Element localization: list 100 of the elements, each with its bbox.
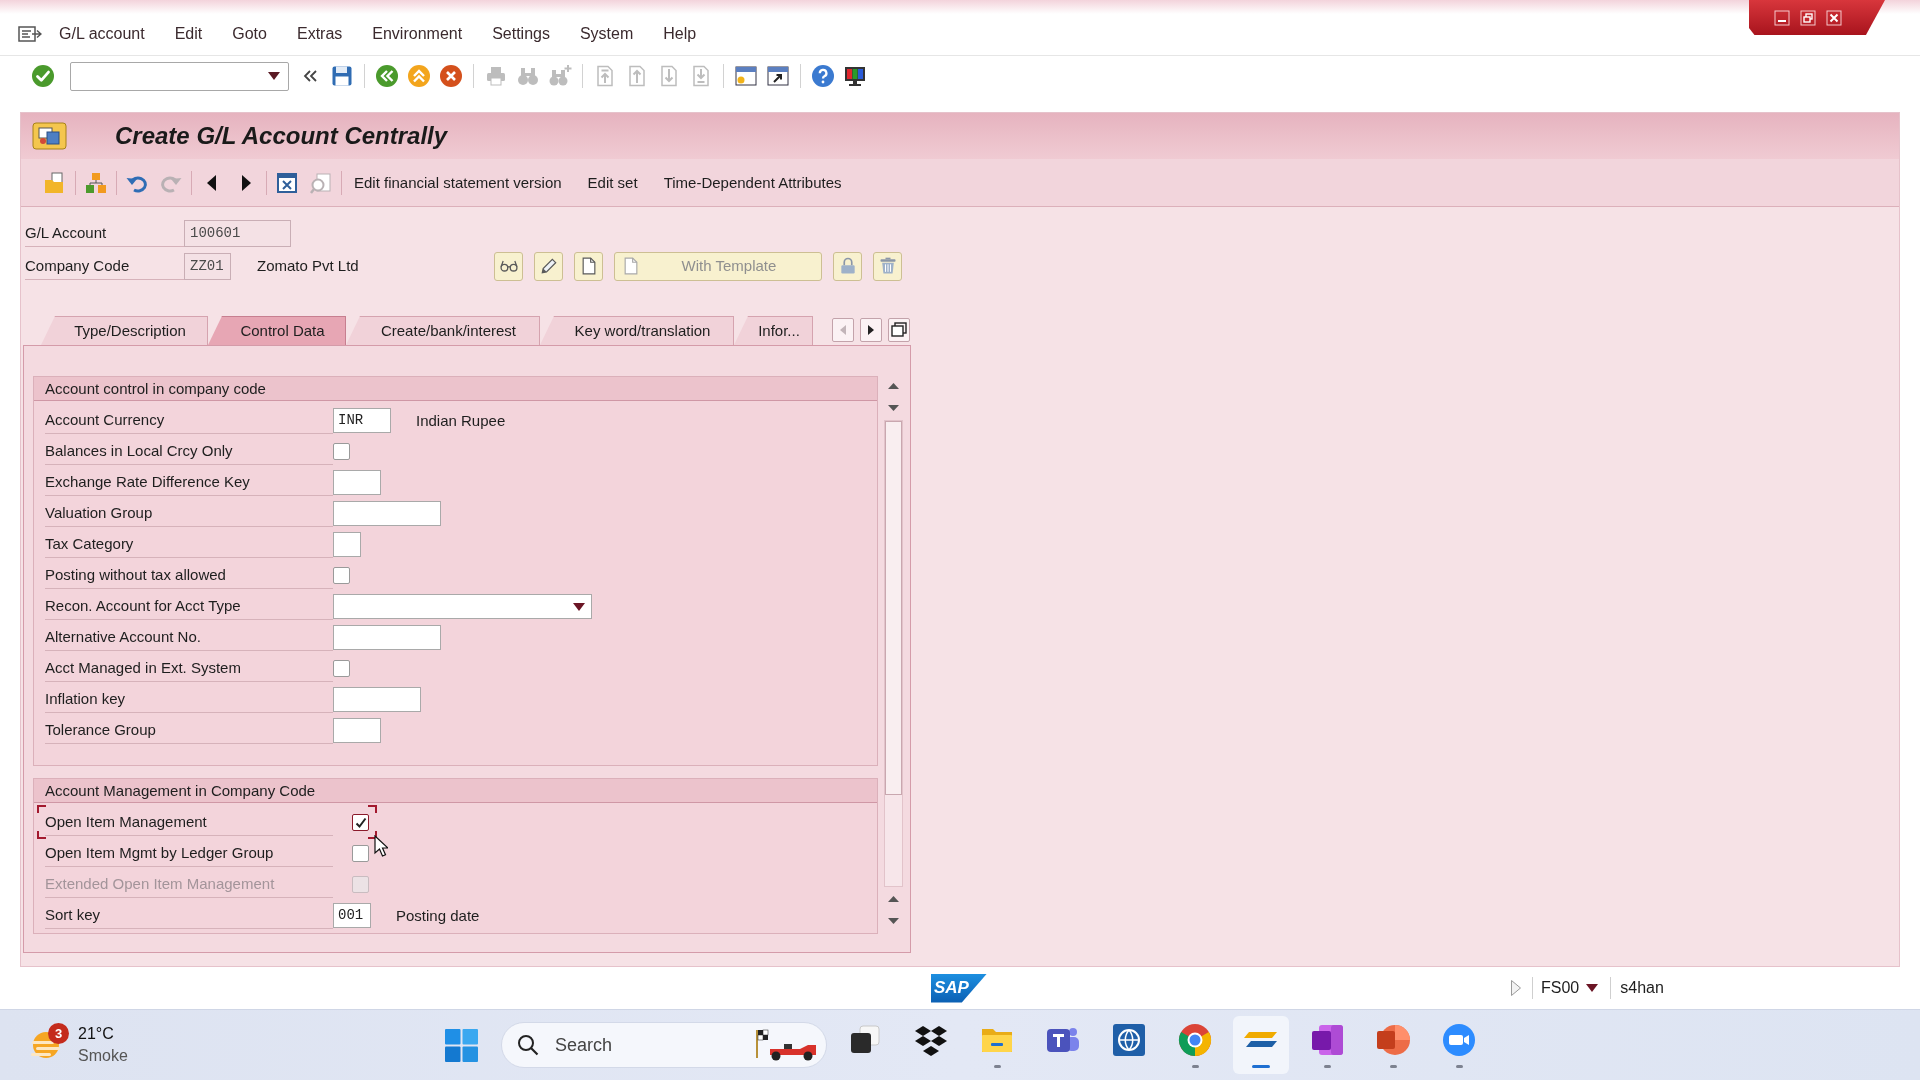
cancel-icon[interactable] — [439, 64, 463, 88]
display-field[interactable]: ZZ01 — [184, 252, 231, 280]
globe-icon[interactable] — [1111, 1022, 1147, 1058]
stacked-pages-icon — [891, 322, 907, 338]
input-field[interactable] — [333, 532, 361, 557]
minimize-icon[interactable] — [1773, 8, 1791, 27]
field-description: Indian Rupee — [416, 410, 506, 431]
tab[interactable]: Type/Description — [41, 316, 208, 345]
field-label: Balances in Local Crcy Only — [45, 441, 233, 461]
field-label: Tolerance Group — [45, 720, 156, 740]
input-field[interactable]: INR — [333, 408, 391, 433]
field-label: Extended Open Item Management — [45, 874, 275, 894]
notebook-tile-icon[interactable] — [1309, 1022, 1345, 1058]
field-label: Exchange Rate Difference Key — [45, 472, 250, 492]
section-title: Account control in company code — [45, 378, 266, 399]
section-title: Account Management in Company Code — [45, 780, 316, 801]
input-field[interactable]: 001 — [333, 903, 371, 928]
field-label: Valuation Group — [45, 503, 153, 523]
field-label: Company Code — [25, 255, 130, 276]
menu-item[interactable]: Help — [663, 22, 697, 46]
menu-item[interactable]: Edit — [174, 22, 203, 46]
field-description: Zomato Pvt Ltd — [257, 256, 359, 276]
field-label: Open Item Management — [45, 812, 207, 832]
new-window-icon[interactable] — [734, 64, 758, 88]
checkmark-icon — [354, 816, 367, 829]
dropdown-field[interactable] — [333, 594, 592, 619]
field-label: Acct Managed in Ext. System — [45, 658, 241, 678]
input-field[interactable] — [333, 625, 441, 650]
save-icon[interactable] — [330, 64, 354, 88]
close-icon[interactable] — [1825, 8, 1843, 27]
triangle-left-icon — [838, 324, 848, 336]
check-icon[interactable] — [31, 64, 55, 88]
checkbox[interactable] — [333, 660, 350, 677]
tab-list-button[interactable] — [888, 318, 910, 342]
system-name: s4han — [1620, 978, 1664, 998]
window-title: Create G/L Account Centrally — [115, 121, 448, 151]
icon-button[interactable] — [574, 251, 603, 281]
field-label: Sort key — [45, 905, 101, 925]
tab[interactable]: Control Data — [208, 316, 346, 345]
field-label: Recon. Account for Acct Type — [45, 596, 241, 616]
presentation-tile-icon[interactable] — [1375, 1022, 1411, 1058]
command-field[interactable] — [70, 61, 289, 91]
input-field[interactable] — [333, 470, 381, 495]
application-icon — [32, 122, 67, 150]
checkbox[interactable] — [333, 567, 350, 584]
menu-item[interactable]: Environment — [372, 22, 463, 46]
temperature: 21°C — [78, 1024, 115, 1044]
field-label: Posting without tax allowed — [45, 565, 226, 585]
help-icon[interactable] — [811, 64, 835, 88]
icon-button[interactable] — [873, 251, 902, 281]
pointer-cursor-icon — [374, 835, 388, 857]
scrollbar-thumb[interactable] — [885, 421, 902, 795]
double-chevron-left-icon[interactable] — [302, 68, 318, 84]
tab-scroll-right-button[interactable] — [860, 318, 882, 342]
blocks-icon[interactable] — [84, 170, 108, 195]
field-label: Open Item Mgmt by Ledger Group — [45, 843, 274, 863]
input-field[interactable] — [333, 718, 381, 743]
menu-item[interactable]: G/L account — [59, 22, 145, 46]
tab[interactable]: Infor... — [734, 316, 813, 345]
search-icon — [517, 1034, 539, 1056]
restore-icon[interactable] — [1799, 8, 1817, 27]
notification-badge: 3 — [48, 1023, 69, 1044]
menu-icon[interactable] — [18, 25, 42, 43]
field-label: Account Currency — [45, 410, 165, 430]
input-field[interactable] — [333, 501, 441, 526]
scrollbar-track[interactable] — [884, 420, 903, 887]
logo: SAP — [931, 973, 987, 1003]
caret-icon[interactable] — [1586, 984, 1599, 992]
menu-item[interactable]: Extras — [296, 22, 343, 46]
checkbox[interactable] — [352, 845, 369, 862]
search-field[interactable]: Search — [501, 1022, 827, 1068]
video-camera-icon[interactable] — [1441, 1022, 1477, 1058]
double-chevron-up-icon[interactable] — [407, 64, 431, 88]
triangle-right-icon — [866, 324, 876, 336]
circle-logo-icon[interactable] — [1177, 1022, 1213, 1058]
toolbar-button[interactable]: Time-Dependent Attributes — [663, 172, 842, 193]
tab[interactable]: Create/bank/interest — [346, 316, 540, 345]
caret-icon — [268, 72, 280, 80]
toolbar-button[interactable]: Edit set — [587, 172, 638, 193]
checkbox[interactable] — [352, 814, 369, 831]
weather-condition: Smoke — [78, 1046, 128, 1066]
monitor-icon[interactable] — [843, 64, 867, 88]
document-x-icon[interactable] — [275, 170, 299, 195]
icon-button[interactable] — [534, 251, 563, 281]
tab[interactable]: Key word/translation — [540, 316, 734, 345]
start-icon[interactable] — [444, 1027, 479, 1063]
icon-button[interactable] — [494, 251, 523, 281]
field-description: Posting date — [396, 905, 480, 926]
toolbar-button[interactable]: Edit financial statement version — [354, 172, 562, 193]
display-field[interactable]: 100601 — [184, 220, 291, 247]
input-field[interactable] — [333, 687, 421, 712]
field-label: Inflation key — [45, 689, 126, 709]
field-label: Alternative Account No. — [45, 627, 201, 647]
checkbox[interactable] — [333, 443, 350, 460]
menu-item[interactable]: Settings — [492, 22, 550, 46]
caret-icon — [573, 602, 585, 611]
transaction-code[interactable]: FS00 — [1541, 978, 1580, 998]
menu-item[interactable]: Goto — [232, 22, 267, 46]
field-label: G/L Account — [25, 223, 107, 243]
menu-item[interactable]: System — [579, 22, 634, 46]
